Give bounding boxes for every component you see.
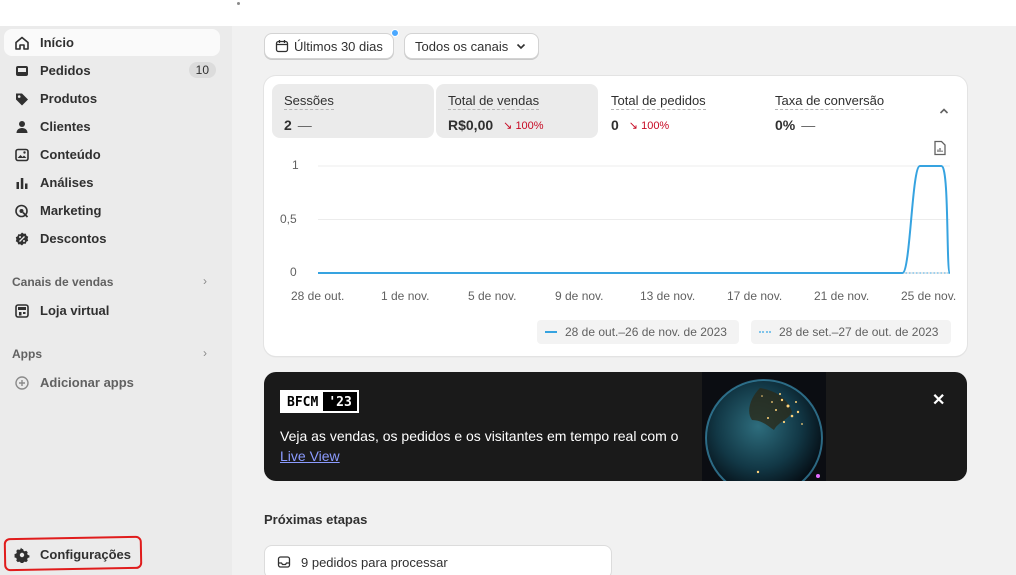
discount-icon: [14, 231, 30, 247]
sidebar-item-label: Análises: [40, 175, 94, 190]
task-label: 9 pedidos para processar: [301, 554, 448, 570]
channels-label: Todos os canais: [415, 38, 509, 54]
sidebar-item-clientes[interactable]: Clientes: [4, 113, 220, 140]
sidebar-item-inicio[interactable]: Início: [4, 29, 220, 56]
bar-chart-icon: [14, 175, 30, 191]
chevron-right-icon[interactable]: ›: [203, 346, 207, 360]
bfcm-logo: BFCM '23: [280, 390, 359, 413]
x-tick-label: 21 de nov.: [814, 289, 870, 303]
globe-illustration: [702, 372, 826, 481]
date-range-label: Últimos 30 dias: [294, 38, 383, 54]
notification-dot: [391, 29, 399, 37]
live-view-link[interactable]: Live View: [280, 448, 340, 464]
x-tick-label: 5 de nov.: [468, 289, 517, 303]
home-icon: [14, 35, 30, 51]
inbox-icon: [277, 555, 301, 569]
legend-swatch: [545, 331, 557, 333]
sidebar-item-label: Adicionar apps: [40, 375, 134, 390]
channels-dropdown[interactable]: Todos os canais: [404, 33, 540, 59]
sidebar-item-conteudo[interactable]: Conteúdo: [4, 141, 220, 168]
date-range-button[interactable]: Últimos 30 dias: [264, 33, 394, 59]
x-tick-label: 13 de nov.: [640, 289, 696, 303]
close-icon[interactable]: ✕: [932, 390, 945, 410]
apps-title[interactable]: Apps: [12, 347, 42, 361]
sessions-line-chart: [318, 165, 951, 274]
legend-label: 28 de set.–27 de out. de 2023: [779, 325, 939, 339]
sidebar: Início Pedidos 10 Produtos Clientes Cont…: [0, 26, 232, 575]
store-icon: [14, 303, 30, 319]
x-tick-label: 1 de nov.: [381, 289, 430, 303]
legend-current-period[interactable]: 28 de out.–26 de nov. de 2023: [537, 320, 739, 344]
sidebar-item-add-apps[interactable]: Adicionar apps: [4, 369, 220, 396]
bfcm-logo-year: '23: [323, 392, 357, 411]
sales-channels-title[interactable]: Canais de vendas: [12, 275, 113, 289]
tag-icon: [14, 91, 30, 107]
next-steps-title: Próximas etapas: [264, 512, 368, 527]
sidebar-item-label: Pedidos: [40, 63, 91, 78]
orders-to-process-task[interactable]: 9 pedidos para processar: [264, 545, 612, 575]
sidebar-item-label: Produtos: [40, 91, 98, 106]
bfcm-logo-text: BFCM: [282, 392, 324, 411]
top-bar: [0, 0, 1016, 26]
analytics-card: Sessões 2— Total de vendas R$0,00 ↘ 100% …: [264, 76, 967, 356]
banner-text: Veja as vendas, os pedidos e os visitant…: [280, 428, 679, 444]
legend-label: 28 de out.–26 de nov. de 2023: [565, 325, 727, 339]
legend-swatch: [759, 331, 771, 333]
sidebar-item-label: Marketing: [40, 203, 102, 218]
sidebar-item-label: Clientes: [40, 119, 91, 134]
sidebar-item-loja-virtual[interactable]: Loja virtual: [4, 297, 220, 324]
person-icon: [14, 119, 30, 135]
x-tick-label: 9 de nov.: [555, 289, 604, 303]
target-icon: [14, 203, 30, 219]
plus-circle-icon: [14, 375, 30, 391]
inbox-icon: [14, 63, 30, 79]
banner-message: Veja as vendas, os pedidos e os visitant…: [280, 426, 680, 466]
sidebar-item-analises[interactable]: Análises: [4, 169, 220, 196]
sidebar-item-pedidos[interactable]: Pedidos 10: [4, 57, 220, 84]
sidebar-item-descontos[interactable]: Descontos: [4, 225, 220, 252]
sidebar-item-label: Início: [40, 35, 74, 50]
sidebar-item-produtos[interactable]: Produtos: [4, 85, 220, 112]
orders-count-badge: 10: [188, 62, 216, 78]
sidebar-item-label: Conteúdo: [40, 147, 101, 162]
sidebar-item-label: Loja virtual: [40, 303, 110, 318]
image-icon: [14, 147, 30, 163]
sidebar-item-marketing[interactable]: Marketing: [4, 197, 220, 224]
x-tick-label: 25 de nov.: [901, 289, 957, 303]
dot-indicator: [237, 2, 240, 5]
x-tick-label: 28 de out.: [291, 289, 345, 303]
settings-highlight-annotation: [3, 535, 143, 572]
chevron-right-icon[interactable]: ›: [203, 274, 207, 288]
legend-previous-period[interactable]: 28 de set.–27 de out. de 2023: [751, 320, 951, 344]
sidebar-item-label: Descontos: [40, 231, 107, 246]
calendar-icon: [275, 39, 289, 53]
bfcm-banner: BFCM '23 Veja as vendas, os pedidos e os…: [264, 372, 967, 481]
x-tick-label: 17 de nov.: [727, 289, 783, 303]
chevron-down-icon: [514, 39, 528, 53]
